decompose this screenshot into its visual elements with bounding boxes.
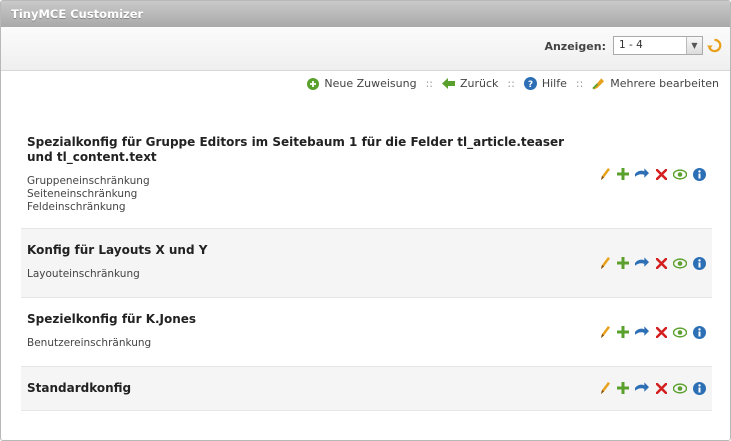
pencil-icon[interactable] xyxy=(597,381,611,395)
help-label: Hilfe xyxy=(541,77,567,90)
add-circle-icon xyxy=(306,77,319,90)
restriction-label: Seiteneinschränkung xyxy=(27,188,138,200)
help-button[interactable]: ? Hilfe xyxy=(523,77,567,90)
back-button[interactable]: Zurück xyxy=(442,77,498,90)
back-label: Zurück xyxy=(460,77,499,90)
show-label: Anzeigen: xyxy=(544,40,606,53)
item-title: Standardkonfig xyxy=(27,381,132,395)
plus-icon[interactable] xyxy=(616,256,630,270)
delete-x-icon[interactable] xyxy=(654,256,668,270)
delete-x-icon[interactable] xyxy=(654,167,668,181)
item-title: Spezialkonfig für Gruppe Editors im Seit… xyxy=(27,135,565,164)
info-icon[interactable] xyxy=(692,325,706,339)
delete-x-icon[interactable] xyxy=(654,325,668,339)
show-select[interactable]: 1 - 4 ▼ xyxy=(613,36,703,55)
eye-icon[interactable] xyxy=(673,256,687,270)
customizer-panel: TinyMCE Customizer Anzeigen: 1 - 4 ▼ Neu… xyxy=(0,0,731,441)
config-list: Spezialkonfig für Gruppe Editors im Seit… xyxy=(21,121,712,411)
pencil-icon[interactable] xyxy=(597,256,611,270)
info-icon[interactable] xyxy=(692,167,706,181)
list-item: Standardkonfig xyxy=(21,367,712,411)
filter-bar: Anzeigen: 1 - 4 ▼ xyxy=(1,27,730,71)
show-select-value: 1 - 4 xyxy=(619,39,643,51)
row-actions xyxy=(597,381,706,395)
svg-text:?: ? xyxy=(528,80,533,90)
move-arrow-icon[interactable] xyxy=(635,325,649,339)
separator: :: xyxy=(575,77,584,90)
chevron-down-icon[interactable]: ▼ xyxy=(686,37,702,54)
help-icon: ? xyxy=(523,77,537,90)
info-icon[interactable] xyxy=(692,256,706,270)
back-arrow-icon xyxy=(442,77,455,90)
plus-icon[interactable] xyxy=(616,167,630,181)
row-actions xyxy=(597,167,706,181)
edit-multiple-icon xyxy=(592,77,605,90)
window-title: TinyMCE Customizer xyxy=(1,1,730,27)
move-arrow-icon[interactable] xyxy=(635,256,649,270)
pencil-icon[interactable] xyxy=(597,325,611,339)
plus-icon[interactable] xyxy=(616,381,630,395)
eye-icon[interactable] xyxy=(673,167,687,181)
restriction-label: Feldeinschränkung xyxy=(27,201,126,213)
list-item: Spezielkonfig für K.Jones Benutzereinsch… xyxy=(21,298,712,367)
move-arrow-icon[interactable] xyxy=(635,381,649,395)
info-icon[interactable] xyxy=(692,381,706,395)
plus-icon[interactable] xyxy=(616,325,630,339)
move-arrow-icon[interactable] xyxy=(635,167,649,181)
list-item: Spezialkonfig für Gruppe Editors im Seit… xyxy=(21,121,712,229)
delete-x-icon[interactable] xyxy=(654,381,668,395)
new-assignment-button[interactable]: Neue Zuweisung xyxy=(306,77,417,90)
pencil-icon[interactable] xyxy=(597,167,611,181)
edit-multiple-label: Mehrere bearbeiten xyxy=(610,77,719,90)
row-actions xyxy=(597,256,706,270)
item-title: Spezielkonfig für K.Jones xyxy=(27,312,197,326)
new-assignment-label: Neue Zuweisung xyxy=(324,77,417,90)
separator: :: xyxy=(425,77,433,90)
separator: :: xyxy=(507,77,515,90)
global-actions: Neue Zuweisung :: Zurück :: ? Hilfe :: M… xyxy=(306,77,719,90)
row-actions xyxy=(597,325,706,339)
edit-multiple-button[interactable]: Mehrere bearbeiten xyxy=(592,77,719,90)
reload-icon[interactable] xyxy=(706,37,722,53)
eye-icon[interactable] xyxy=(673,325,687,339)
list-item: Konfig für Layouts X und Y Layouteinschr… xyxy=(21,229,712,298)
item-title: Konfig für Layouts X und Y xyxy=(27,243,208,257)
eye-icon[interactable] xyxy=(673,381,687,395)
